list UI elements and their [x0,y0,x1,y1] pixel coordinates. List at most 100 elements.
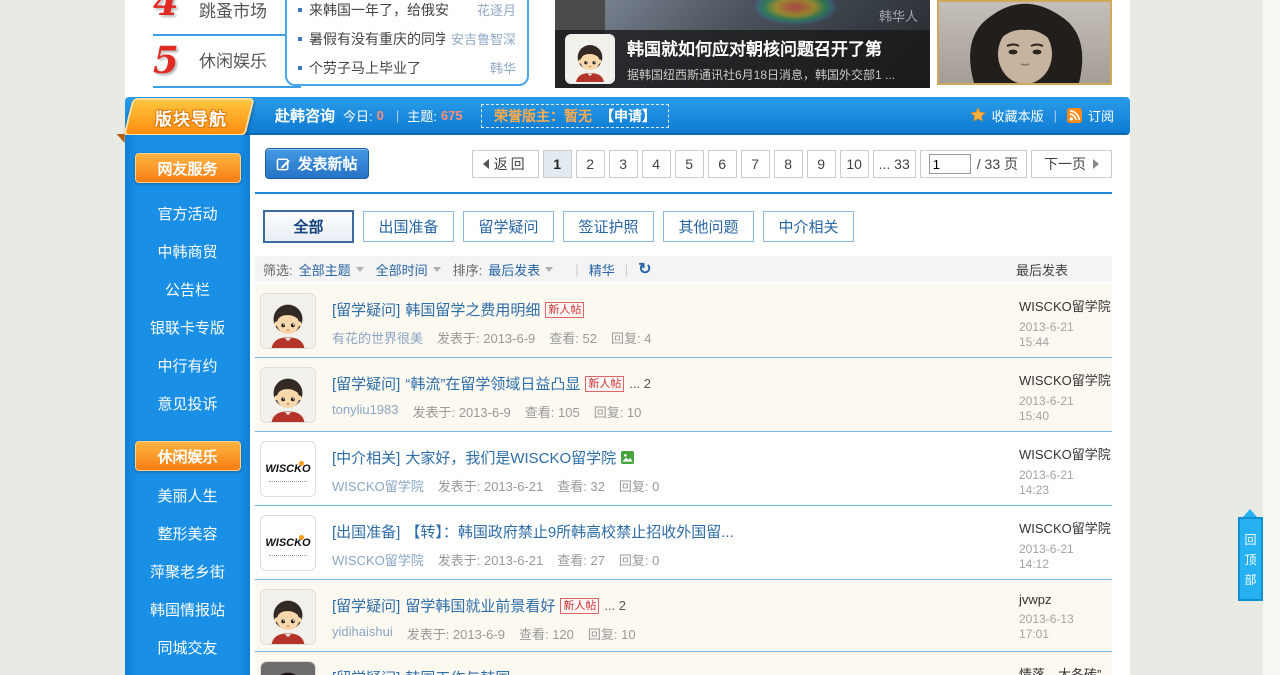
thread-avatar[interactable]: WISCKO [260,515,316,571]
page-button[interactable]: 9 [806,150,836,178]
thread-category[interactable]: [留学疑问] [332,595,400,616]
sidebar-group-header[interactable]: 休闲娱乐 [134,441,241,471]
page-button[interactable]: ... 33 [872,150,916,178]
sidebar-item[interactable]: 美丽人生 [125,478,250,516]
sidebar-item[interactable]: 整形美容 [125,516,250,554]
sidebar-item[interactable]: 银联卡专版 [125,310,250,348]
board-nav-label[interactable]: 版块导航 [128,105,254,130]
sort-dropdown[interactable]: 最后发表 [488,260,540,279]
filter-tab[interactable]: 全部 [263,210,354,243]
lastpost-author[interactable]: WISCKO留学院 [1019,296,1111,315]
page-button[interactable]: 8 [773,150,803,178]
thread-title[interactable]: “韩流”在留学领域日益凸显 [405,373,580,394]
thread-category[interactable]: [留学疑问] [332,299,400,320]
hot-post-author[interactable]: 安吉鲁智深 [451,29,516,48]
hot-post-author[interactable]: 花逐月 [477,0,516,19]
filter-tab[interactable]: 其他问题 [663,211,754,242]
new-post-button[interactable]: 发表新帖 [265,148,369,179]
page-button[interactable]: 10 [839,150,869,178]
news-text: 韩国就如何应对朝核问题召开了第 据韩国纽西斯通讯社6月18日消息，韩国外交部1 … [627,35,895,83]
thread-posted-date: 发表于: 2013-6-21 [437,553,544,568]
hot-post-item[interactable]: 来韩国一年了，给俄安 花逐月 [298,0,516,24]
subscribe-link[interactable]: 订阅 [1088,106,1114,125]
lastpost-author[interactable]: WISCKO留学院 [1019,444,1111,463]
thread-title[interactable]: 韩国留学之费用明细 [405,299,540,320]
page-button[interactable]: 4 [641,150,671,178]
sidebar-group-items: 官方活动 中韩商贸 公告栏 银联卡专版 中行有约 意见投诉 [125,196,250,424]
sidebar-item[interactable]: 萍聚老乡街 [125,554,250,592]
news-slider[interactable]: 韩华人 韩国就如何应对朝核问题召开了第 据韩国纽西斯通讯社6月18日消息，韩国外… [555,0,930,88]
thread-title[interactable]: 留学韩国就业前景看好 [405,595,555,616]
topic-filter-dropdown[interactable]: 全部主题 [299,260,351,279]
thread-avatar[interactable] [260,589,316,645]
page-button[interactable]: 1 [542,150,572,178]
thread-avatar[interactable]: WISCKO [260,441,316,497]
thread-avatar[interactable] [260,293,316,349]
rank-number-5: 5 [153,38,179,82]
sidebar-item[interactable]: 意见投诉 [125,386,250,424]
thread-author[interactable]: tonyliu1983 [332,402,399,421]
favorite-board-link[interactable]: 收藏本版 [992,106,1044,125]
thread-category[interactable]: [留学疑问] [332,373,400,394]
thread-author[interactable]: WISCKO留学院 [332,550,424,569]
page-button[interactable]: 5 [674,150,704,178]
hot-post-item[interactable]: 个劳子马上毕业了 韩华 [298,53,516,82]
apply-moderator-link[interactable]: 【申请】 [600,106,656,126]
thread-avatar[interactable] [260,661,316,675]
sidebar-item[interactable]: 中行有约 [125,348,250,386]
thread-category[interactable]: [出国准备] [332,521,400,542]
thread-title[interactable]: 韩国工作与韩国 [405,667,510,675]
thread-category[interactable]: [留学疑问] [332,667,400,675]
hot-post-item[interactable]: 暑假有没有重庆的同学 安吉鲁智深 [298,24,516,53]
thread-title[interactable]: 大家好，我们是WISCKO留学院 [405,447,616,468]
sidebar-item[interactable]: 同城交友 [125,630,250,668]
filter-separator: | [575,261,579,277]
thread-author[interactable]: WISCKO留学院 [332,476,424,495]
sidebar-item[interactable]: 韩国情报站 [125,592,250,630]
rank-label-5[interactable]: 休闲娱乐 [199,47,267,72]
lastpost-time[interactable]: 2013-6-13 17:01 [1019,612,1111,642]
page-button[interactable]: 3 [608,150,638,178]
back-to-top-button[interactable]: 回顶部 [1238,517,1263,601]
moderator-box: 荣誉版主：暂无 【申请】 [481,104,669,128]
thread-author[interactable]: 有花的世界很美 [332,328,423,347]
filter-tab[interactable]: 留学疑问 [463,211,554,242]
hot-post-author[interactable]: 韩华 [490,58,516,77]
lastpost-time[interactable]: 2013-6-21 14:12 [1019,542,1111,572]
refresh-icon[interactable]: ↻ [638,259,651,279]
thread-avatar[interactable] [260,367,316,423]
lastpost-author[interactable]: WISCKO留学院 [1019,518,1111,537]
lastpost-time[interactable]: 2013-6-21 15:40 [1019,394,1111,424]
lastpost-time[interactable]: 2013-6-21 14:23 [1019,468,1111,498]
back-button[interactable]: 返回 [471,150,539,178]
rank-label-4[interactable]: 跳蚤市场 [199,0,267,22]
next-page-button[interactable]: 下一页 [1031,150,1112,178]
lastpost-author[interactable]: jvwpz [1019,592,1111,607]
sidebar-item[interactable]: 中韩商贸 [125,234,250,272]
page-button[interactable]: 2 [575,150,605,178]
time-filter-dropdown[interactable]: 全部时间 [376,260,428,279]
thread-author[interactable]: yidihaishui [332,624,393,643]
news-title[interactable]: 韩国就如何应对朝核问题召开了第 [627,35,895,60]
lastpost-time[interactable]: 2013-6-21 15:44 [1019,320,1111,350]
filter-tab[interactable]: 中介相关 [763,211,854,242]
thread-category[interactable]: [中介相关] [332,447,400,468]
hot-post-title[interactable]: 个劳子马上毕业了 [309,58,484,78]
page-jump-input[interactable] [928,154,971,174]
sidebar-group-header[interactable]: 网友服务 [134,153,241,183]
filter-tab[interactable]: 签证护照 [563,211,654,242]
page-button[interactable]: 7 [740,150,770,178]
lastpost-author[interactable]: WISCKO留学院 [1019,370,1111,389]
forum-name[interactable]: 赴韩咨询 [275,105,335,126]
thread-pages-suffix[interactable]: ... 2 [629,376,651,391]
thread-pages-suffix[interactable]: ... 2 [604,598,626,613]
page-button[interactable]: 6 [707,150,737,178]
filter-tab[interactable]: 出国准备 [363,211,454,242]
digest-filter-link[interactable]: 精华 [589,260,615,279]
hot-post-title[interactable]: 暑假有没有重庆的同学 [309,29,445,49]
lastpost-author[interactable]: 情落，大冬砖” [1019,664,1111,675]
hot-post-title[interactable]: 来韩国一年了，给俄安 [309,0,471,20]
thread-title[interactable]: 【转】：韩国政府禁止9所韩高校禁止招收外国留... [405,521,733,542]
sidebar-item[interactable]: 官方活动 [125,196,250,234]
sidebar-item[interactable]: 公告栏 [125,272,250,310]
